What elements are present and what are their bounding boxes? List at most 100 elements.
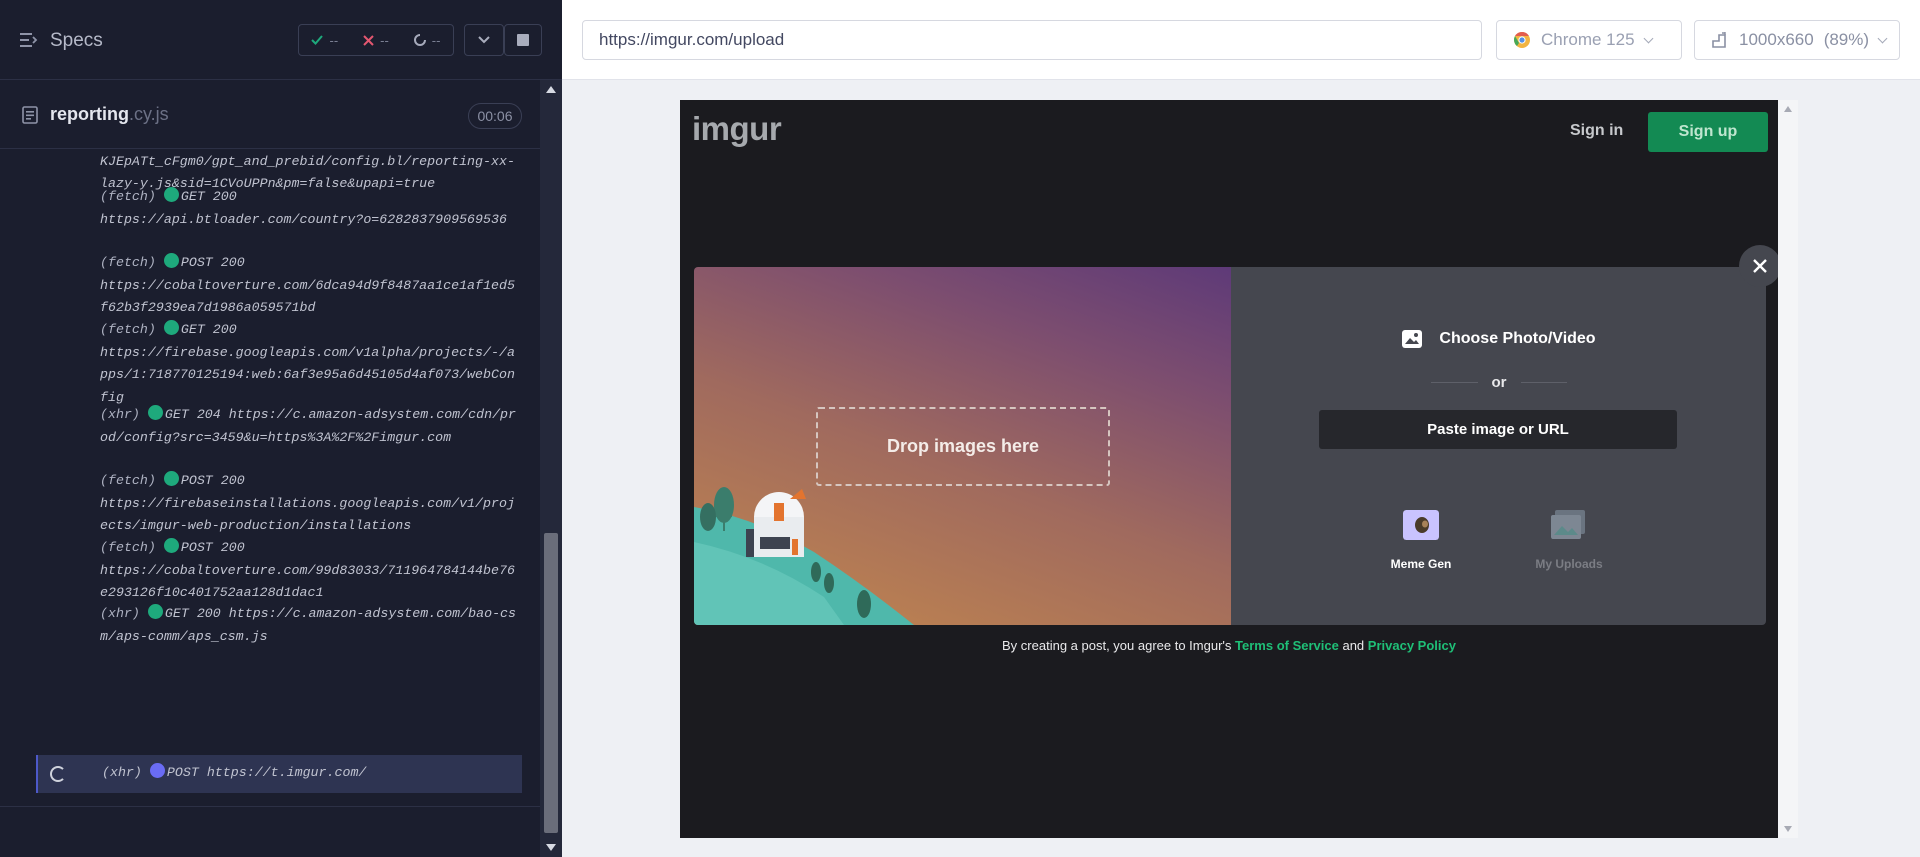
close-icon (1753, 259, 1767, 273)
log-kind: (fetch) (100, 540, 156, 555)
check-icon (311, 35, 324, 45)
image-icon (1402, 330, 1423, 348)
log-url: https://cobaltoverture.com/99d83033/7119… (100, 562, 515, 601)
log-kind: (fetch) (100, 189, 156, 204)
test-stats: -- -- -- (298, 24, 454, 56)
log-entry[interactable]: (fetch) POST 200 https://firebaseinstallat… (100, 470, 520, 538)
log-kind: (xhr) (100, 606, 140, 621)
chevron-down-icon (478, 36, 490, 44)
meme-gen-option[interactable]: Meme Gen (1381, 510, 1461, 571)
or-divider: or (1431, 374, 1567, 391)
terms-prefix: By creating a post, you agree to Imgur's (1002, 638, 1232, 653)
cypress-runner-panel: Specs -- -- -- reporting.cy.js 00:06 KJE… (0, 0, 562, 857)
status-dot-icon (163, 253, 179, 268)
command-log-scrollbar[interactable] (540, 80, 562, 857)
application-under-test: imgur Sign in Sign up Drop images here C… (680, 100, 1778, 838)
toggle-auto-scroll-button[interactable] (464, 24, 504, 56)
choose-label: Choose Photo/Video (1439, 330, 1596, 347)
specs-title[interactable]: Specs (50, 30, 103, 52)
log-entry[interactable]: (fetch) POST 200 https://cobaltoverture.co… (100, 537, 520, 605)
choose-photo-video-button[interactable]: Choose Photo/Video (1231, 329, 1766, 349)
viewport-selector[interactable]: 1000x660 (89%) (1694, 20, 1900, 60)
log-entry[interactable]: (xhr) GET 204 https://c.amazon-adsystem.c… (100, 404, 520, 449)
chrome-icon (1514, 31, 1530, 48)
log-kind: (fetch) (100, 322, 156, 337)
ruler-icon (1712, 32, 1726, 48)
drop-zone[interactable]: Drop images here (816, 407, 1110, 486)
log-method: GET 204 (164, 407, 221, 422)
active-log-entry[interactable]: (xhr) POST https://t.imgur.com/ (36, 755, 522, 793)
scroll-down-arrow-icon[interactable] (546, 844, 556, 851)
log-url: https://t.imgur.com/ (206, 765, 367, 780)
sign-up-button[interactable]: Sign up (1648, 112, 1768, 152)
scroll-down-arrow-icon[interactable] (1784, 826, 1792, 832)
divider-line (1431, 382, 1478, 383)
specs-header: Specs -- -- -- (0, 0, 562, 80)
aut-scrollbar[interactable] (1778, 100, 1798, 838)
aut-toolbar: https://imgur.com/upload Chrome 125 1000… (562, 0, 1920, 80)
chevron-down-icon (1877, 33, 1888, 43)
log-entry[interactable]: (xhr) GET 200 https://c.amazon-adsystem.c… (100, 603, 520, 648)
document-icon (22, 106, 38, 124)
divider-line (1520, 382, 1567, 383)
chevron-down-icon (1643, 33, 1654, 43)
viewport-size: 1000x660 (1739, 30, 1814, 49)
or-label: or (1491, 374, 1507, 391)
failed-stat: -- (363, 33, 389, 48)
log-entry[interactable]: (fetch) GET 200 https://api.btloader.com/c… (100, 186, 520, 231)
run-duration-badge: 00:06 (468, 103, 522, 129)
status-dot-icon (147, 604, 163, 619)
scrollbar-thumb[interactable] (544, 533, 558, 833)
log-method: GET 200 (164, 606, 221, 621)
spec-file-row: reporting.cy.js 00:06 (0, 81, 540, 149)
paste-image-button[interactable]: Paste image or URL (1319, 410, 1677, 449)
pending-stat: -- (413, 32, 441, 48)
log-url: https://firebase.googleapis.com/v1alpha/… (100, 344, 515, 405)
stop-icon (517, 34, 529, 46)
upload-options-panel: Choose Photo/Video or Paste image or URL… (1231, 267, 1766, 625)
log-method: GET 200 (180, 322, 237, 337)
close-modal-button[interactable] (1739, 245, 1778, 287)
log-kind: (xhr) (100, 407, 140, 422)
stop-button[interactable] (504, 24, 542, 56)
pending-spinner-icon (413, 34, 426, 46)
passed-count: -- (329, 32, 339, 48)
my-uploads-label: My Uploads (1535, 557, 1603, 571)
my-uploads-icon (1551, 510, 1585, 539)
passed-stat: -- (311, 33, 338, 48)
failed-count: -- (380, 32, 389, 48)
scroll-up-arrow-icon[interactable] (1784, 106, 1792, 112)
browser-name: Chrome 125 (1541, 30, 1635, 49)
my-uploads-option[interactable]: My Uploads (1527, 510, 1611, 571)
scroll-up-arrow-icon[interactable] (546, 86, 556, 93)
terms-of-service-link[interactable]: Terms of Service (1235, 638, 1339, 653)
privacy-policy-link[interactable]: Privacy Policy (1368, 638, 1456, 653)
pending-dot-icon (149, 763, 165, 778)
divider (0, 806, 540, 807)
spec-file-name: reporting.cy.js (50, 104, 169, 125)
log-entry[interactable]: (fetch) GET 200 https://firebase.googleapi… (100, 319, 520, 409)
log-url: https://api.btloader.com/country?o=62828… (100, 211, 507, 227)
active-log-text: (xhr) POST https://t.imgur.com/ (102, 763, 366, 780)
spec-file-extension: .cy.js (129, 104, 169, 124)
log-method: POST (166, 765, 199, 780)
imgur-logo[interactable]: imgur (692, 110, 782, 148)
meme-gen-label: Meme Gen (1390, 557, 1452, 571)
log-method: GET 200 (180, 189, 237, 204)
drop-area-panel[interactable]: Drop images here (694, 267, 1231, 625)
zoom-level: (89%) (1823, 30, 1870, 49)
specs-nav-icon[interactable] (20, 32, 38, 48)
log-method: POST 200 (180, 255, 245, 270)
sign-in-link[interactable]: Sign in (1570, 122, 1623, 140)
cross-icon (363, 34, 374, 46)
log-kind: (fetch) (100, 473, 156, 488)
upload-modal: Drop images here Choose Photo/Video or P… (694, 267, 1766, 625)
pending-count: -- (431, 32, 441, 48)
log-url: https://cobaltoverture.com/6dca94d9f8487… (100, 277, 515, 316)
meme-gen-icon (1403, 510, 1439, 540)
spec-name: reporting (50, 104, 129, 124)
url-bar[interactable]: https://imgur.com/upload (582, 20, 1482, 60)
log-entry[interactable]: (fetch) POST 200 https://cobaltoverture.co… (100, 252, 520, 320)
status-dot-icon (147, 405, 163, 420)
browser-selector[interactable]: Chrome 125 (1496, 20, 1682, 60)
